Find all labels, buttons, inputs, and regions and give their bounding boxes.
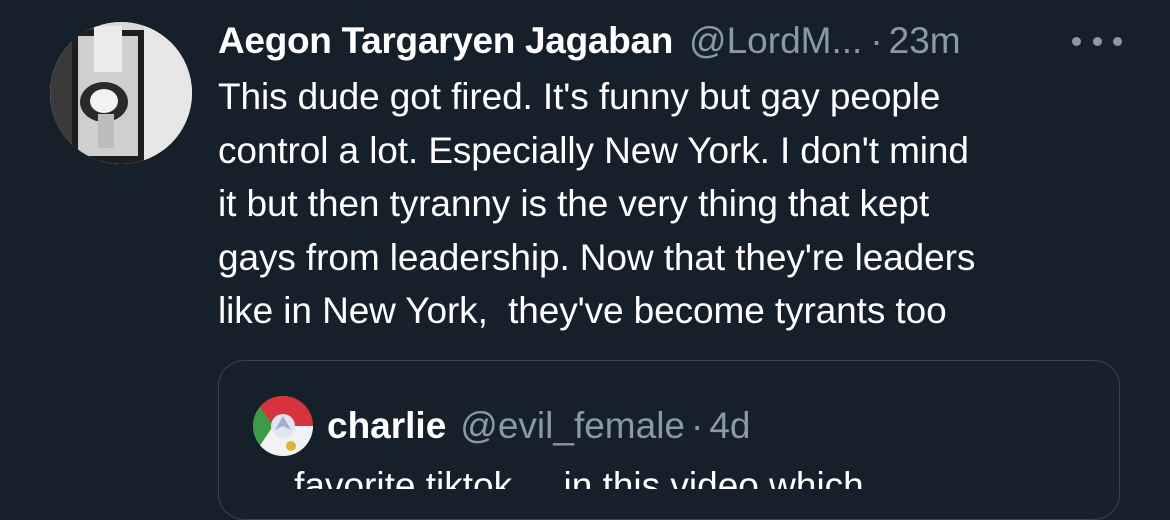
more-options-icon[interactable] bbox=[1072, 24, 1122, 58]
tweet-text: This dude got fired. It's funny but gay … bbox=[218, 76, 976, 331]
separator-dot: · bbox=[691, 405, 704, 446]
quoted-author-avatar[interactable] bbox=[253, 396, 313, 456]
author-avatar[interactable] bbox=[50, 22, 192, 164]
quoted-tweet-header: charlie @evil_female · 4d bbox=[327, 403, 751, 449]
more-dot-icon bbox=[1092, 36, 1102, 46]
quoted-author-handle[interactable]: @evil_female bbox=[460, 405, 685, 447]
quoted-tweet-card[interactable]: charlie @evil_female · 4d ... favorite t… bbox=[218, 360, 1120, 520]
more-dot-icon bbox=[1113, 36, 1122, 46]
separator-dot: · bbox=[870, 20, 883, 61]
author-handle[interactable]: @LordM... bbox=[689, 18, 862, 64]
more-dot-icon bbox=[1072, 36, 1081, 46]
quoted-tweet-text: ... favorite tiktok ... in this video wh… bbox=[253, 469, 1093, 489]
quoted-tweet-timestamp[interactable]: 4d bbox=[709, 405, 750, 447]
tweet[interactable]: Aegon Targaryen Jagaban @LordM... · 23m … bbox=[0, 0, 1170, 520]
quoted-tweet-text-line: ... favorite tiktok ... in this video wh… bbox=[253, 469, 1093, 489]
quoted-author-display-name[interactable]: charlie bbox=[327, 405, 446, 447]
tweet-timestamp[interactable]: 23m bbox=[889, 18, 961, 64]
author-display-name[interactable]: Aegon Targaryen Jagaban bbox=[218, 18, 673, 64]
tweet-header: Aegon Targaryen Jagaban @LordM... · 23m bbox=[218, 18, 961, 64]
